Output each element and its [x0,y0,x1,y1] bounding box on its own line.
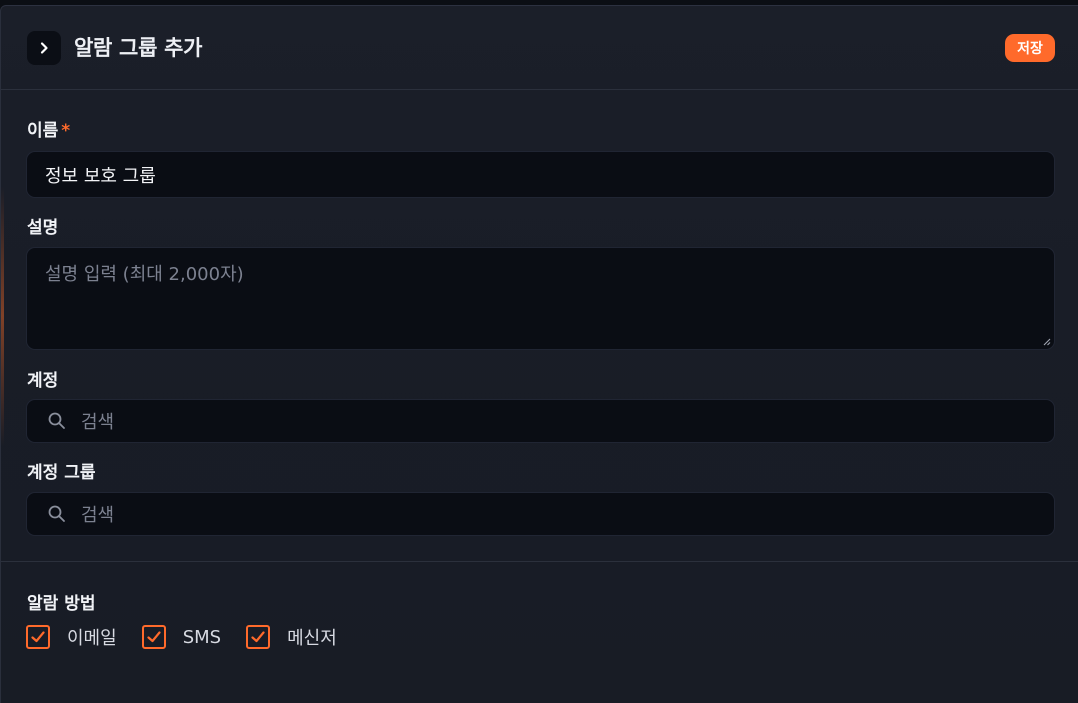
messenger-checkbox[interactable] [246,625,271,649]
email-checkbox[interactable] [26,625,50,649]
account-search-placeholder: 검색 [81,412,115,433]
account-label: 계정 [27,371,59,391]
name-field-label: 이름 * [27,116,70,141]
panel-header: 알람 그룹 추가 저장 [1,6,1078,90]
notify-method-label: 알람 방법 [27,594,96,614]
notify-option-messenger[interactable]: 메신저 [246,624,337,650]
email-option-label: 이메일 [67,628,117,649]
account-group-label: 계정 그룹 [27,463,96,483]
alarm-group-panel: 알람 그룹 추가 저장 이름 * 정보 보호 그룹 설명 설명 입력 (최대 2,… [0,5,1078,703]
check-icon [147,631,161,643]
description-label: 설명 [27,218,59,238]
sms-option-label: SMS [182,626,222,648]
description-placeholder: 설명 입력 (최대 2,000자) [45,264,244,285]
chevron-right-icon [40,42,48,54]
name-input[interactable]: 정보 보호 그룹 [26,151,1055,198]
search-icon [48,505,65,522]
account-search-input[interactable]: 검색 [26,399,1055,443]
section-divider [1,561,1078,562]
required-mark: * [61,121,71,141]
notify-option-sms[interactable]: SMS [141,625,222,649]
check-icon [31,631,45,643]
save-button[interactable]: 저장 [1005,34,1055,62]
notify-method-options: 이메일 SMS 메신저 [26,624,362,650]
description-textarea[interactable]: 설명 입력 (최대 2,000자) [26,247,1055,350]
page-title: 알람 그룹 추가 [74,36,203,60]
search-icon [48,412,65,429]
sms-checkbox[interactable] [141,625,166,649]
notify-option-email[interactable]: 이메일 [26,624,117,650]
resize-handle-icon[interactable] [1042,337,1051,346]
name-label-text: 이름 [27,121,59,141]
edge-glow [1,186,4,446]
collapse-panel-button[interactable] [27,31,61,65]
name-input-value: 정보 보호 그룹 [45,165,156,187]
account-group-search-input[interactable]: 검색 [26,492,1055,536]
messenger-option-label: 메신저 [287,628,337,649]
account-group-search-placeholder: 검색 [81,505,115,526]
check-icon [251,631,265,643]
